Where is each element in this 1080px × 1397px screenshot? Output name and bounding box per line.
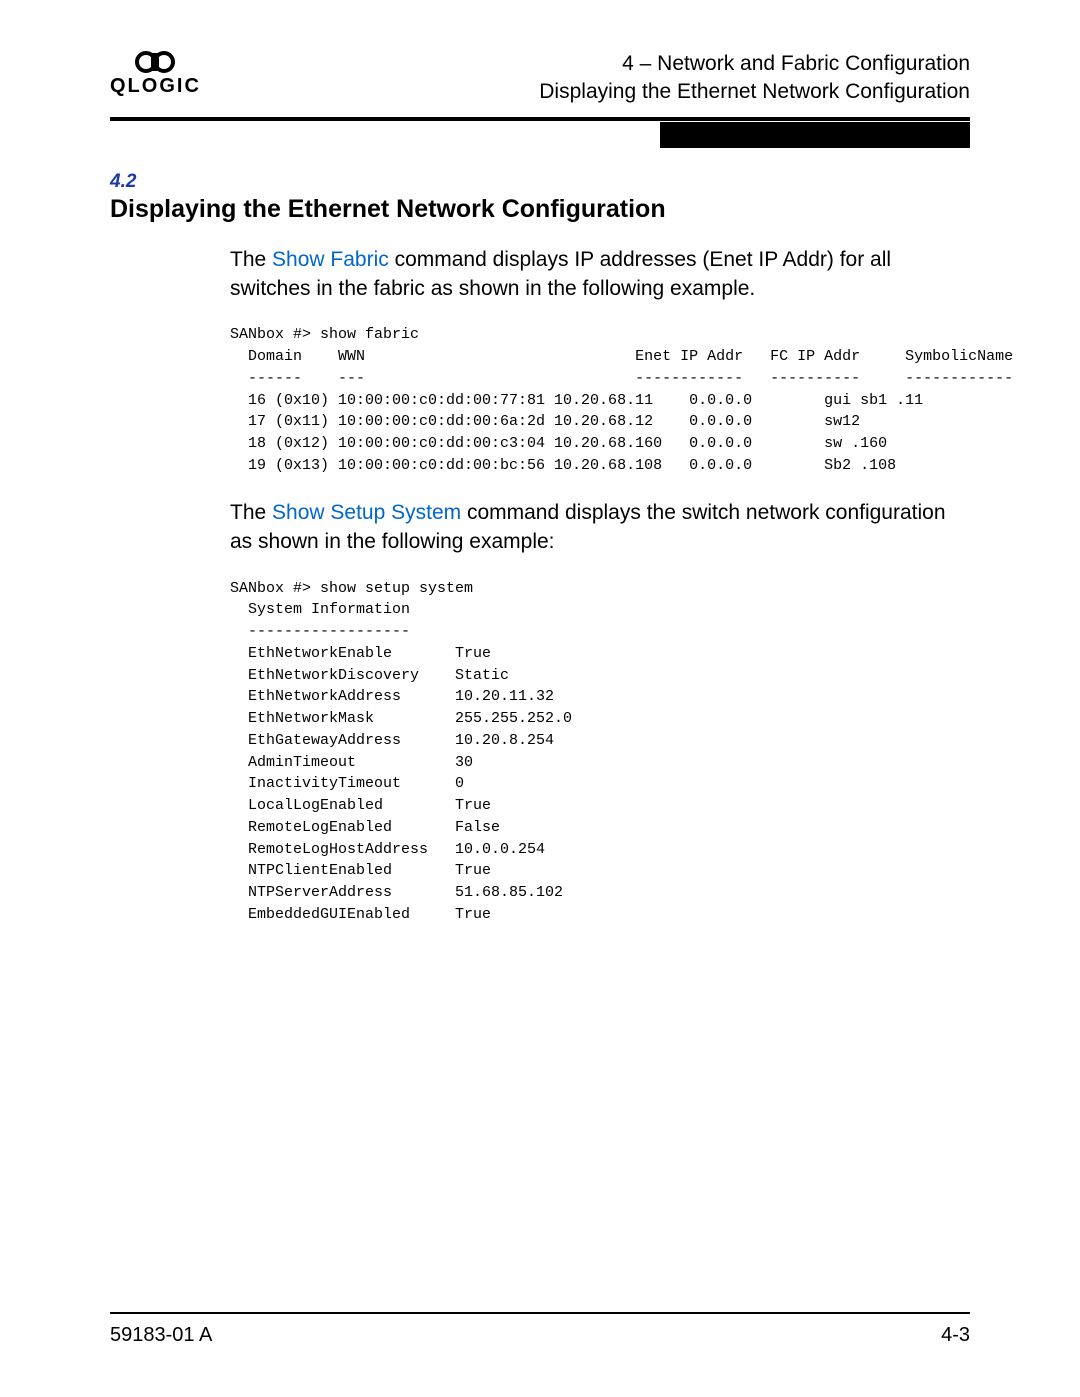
- code-block-show-setup-system: SANbox #> show setup system System Infor…: [230, 578, 970, 926]
- text: The: [230, 248, 272, 271]
- intro-paragraph-1: The Show Fabric command displays IP addr…: [230, 245, 970, 304]
- brand-logo: QLOGIC: [110, 50, 201, 96]
- page-header-text: 4 – Network and Fabric Configuration Dis…: [539, 50, 970, 107]
- text: The: [230, 501, 272, 524]
- footer-rule: [110, 1312, 970, 1314]
- section-title: Displaying the Ethernet Network Configur…: [110, 195, 970, 224]
- brand-name: QLOGIC: [110, 75, 201, 97]
- section-number: 4.2: [110, 171, 970, 193]
- header-rule: [110, 117, 970, 121]
- code-block-show-fabric: SANbox #> show fabric Domain WWN Enet IP…: [230, 324, 970, 476]
- doc-number: 59183-01 A: [110, 1324, 212, 1347]
- qlogic-mark-icon: [133, 50, 177, 74]
- page-tab-marker: [660, 122, 970, 148]
- page-footer: 59183-01 A 4-3: [110, 1312, 970, 1347]
- page-number: 4-3: [941, 1324, 970, 1347]
- intro-paragraph-2: The Show Setup System command displays t…: [230, 498, 970, 557]
- show-setup-system-link[interactable]: Show Setup System: [272, 501, 461, 524]
- chapter-subtitle: Displaying the Ethernet Network Configur…: [539, 78, 970, 106]
- show-fabric-link[interactable]: Show Fabric: [272, 248, 389, 271]
- chapter-line: 4 – Network and Fabric Configuration: [539, 50, 970, 78]
